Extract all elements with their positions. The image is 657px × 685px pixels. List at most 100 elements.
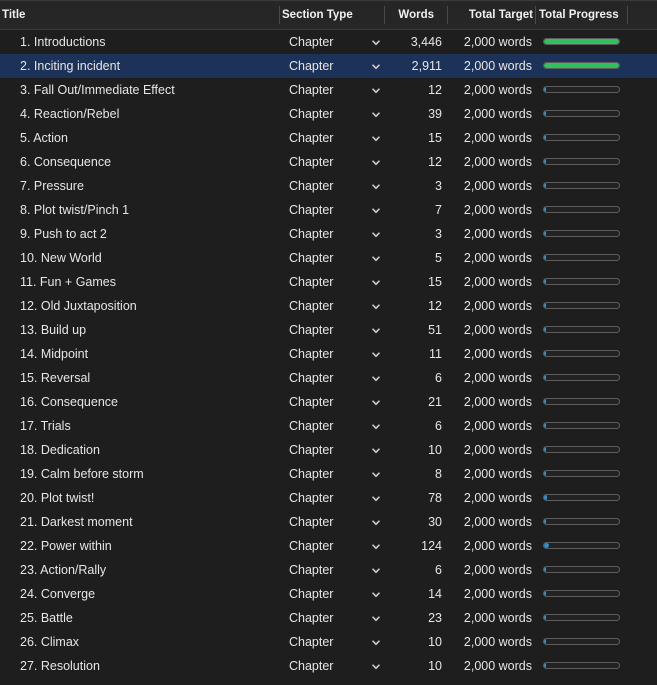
table-row[interactable]: 27. Resolution Chapter 10 2,000 words <box>0 654 657 678</box>
section-type-value[interactable]: Chapter <box>289 102 333 126</box>
table-row[interactable]: 10. New World Chapter 5 2,000 words <box>0 246 657 270</box>
section-type-value[interactable]: Chapter <box>289 126 333 150</box>
column-header-title[interactable]: Title <box>2 1 25 29</box>
table-row[interactable]: 22. Power within Chapter 124 2,000 words <box>0 534 657 558</box>
column-divider[interactable] <box>384 6 385 24</box>
column-header-total-target[interactable]: Total Target <box>451 1 533 29</box>
section-type-value[interactable]: Chapter <box>289 630 333 654</box>
row-title[interactable]: 8. Plot twist/Pinch 1 <box>20 198 129 222</box>
table-row[interactable]: 12. Old Juxtaposition Chapter 12 2,000 word… <box>0 294 657 318</box>
row-title[interactable]: 19. Calm before storm <box>20 462 144 486</box>
section-type-value[interactable]: Chapter <box>289 486 333 510</box>
total-target[interactable]: 2,000 words <box>452 414 532 438</box>
total-target[interactable]: 2,000 words <box>452 366 532 390</box>
table-row[interactable]: 6. Consequence Chapter 12 2,000 words <box>0 150 657 174</box>
row-title[interactable]: 10. New World <box>20 246 102 270</box>
total-target[interactable]: 2,000 words <box>452 198 532 222</box>
column-header-total-progress[interactable]: Total Progress <box>539 1 619 29</box>
total-target[interactable]: 2,000 words <box>452 318 532 342</box>
section-type-value[interactable]: Chapter <box>289 582 333 606</box>
section-type-value[interactable]: Chapter <box>289 510 333 534</box>
table-row[interactable]: 17. Trials Chapter 6 2,000 words <box>0 414 657 438</box>
table-row[interactable]: 8. Plot twist/Pinch 1 Chapter 7 2,000 words <box>0 198 657 222</box>
row-title[interactable]: 7. Pressure <box>20 174 84 198</box>
section-type-value[interactable]: Chapter <box>289 558 333 582</box>
section-type-value[interactable]: Chapter <box>289 30 333 54</box>
total-target[interactable]: 2,000 words <box>452 270 532 294</box>
total-target[interactable]: 2,000 words <box>452 582 532 606</box>
table-row[interactable]: 16. Consequence Chapter 21 2,000 words <box>0 390 657 414</box>
total-target[interactable]: 2,000 words <box>452 30 532 54</box>
total-target[interactable]: 2,000 words <box>452 342 532 366</box>
row-title[interactable]: 18. Dedication <box>20 438 100 462</box>
row-title[interactable]: 24. Converge <box>20 582 95 606</box>
table-row[interactable]: 3. Fall Out/Immediate Effect Chapter 12 2,0… <box>0 78 657 102</box>
section-type-value[interactable]: Chapter <box>289 54 333 78</box>
total-target[interactable]: 2,000 words <box>452 606 532 630</box>
table-row[interactable]: 2. Inciting incident Chapter 2,911 2,000 wo… <box>0 54 657 78</box>
section-type-value[interactable]: Chapter <box>289 462 333 486</box>
table-row[interactable]: 15. Reversal Chapter 6 2,000 words <box>0 366 657 390</box>
total-target[interactable]: 2,000 words <box>452 390 532 414</box>
table-row[interactable]: 23. Action/Rally Chapter 6 2,000 words <box>0 558 657 582</box>
row-title[interactable]: 15. Reversal <box>20 366 90 390</box>
section-type-value[interactable]: Chapter <box>289 654 333 678</box>
row-title[interactable]: 25. Battle <box>20 606 73 630</box>
row-title[interactable]: 16. Consequence <box>20 390 118 414</box>
table-row[interactable]: 11. Fun + Games Chapter 15 2,000 words <box>0 270 657 294</box>
row-title[interactable]: 12. Old Juxtaposition <box>20 294 137 318</box>
total-target[interactable]: 2,000 words <box>452 438 532 462</box>
total-target[interactable]: 2,000 words <box>452 246 532 270</box>
row-title[interactable]: 26. Climax <box>20 630 79 654</box>
total-target[interactable]: 2,000 words <box>452 630 532 654</box>
section-type-value[interactable]: Chapter <box>289 342 333 366</box>
total-target[interactable]: 2,000 words <box>452 54 532 78</box>
section-type-value[interactable]: Chapter <box>289 246 333 270</box>
table-row[interactable]: 20. Plot twist! Chapter 78 2,000 words <box>0 486 657 510</box>
row-title[interactable]: 2. Inciting incident <box>20 54 120 78</box>
row-title[interactable]: 22. Power within <box>20 534 112 558</box>
column-header-words[interactable]: Words <box>386 1 434 29</box>
section-type-value[interactable]: Chapter <box>289 222 333 246</box>
total-target[interactable]: 2,000 words <box>452 294 532 318</box>
section-type-value[interactable]: Chapter <box>289 150 333 174</box>
total-target[interactable]: 2,000 words <box>452 534 532 558</box>
row-title[interactable]: 27. Resolution <box>20 654 100 678</box>
section-type-value[interactable]: Chapter <box>289 174 333 198</box>
table-row[interactable]: 13. Build up Chapter 51 2,000 words <box>0 318 657 342</box>
section-type-value[interactable]: Chapter <box>289 414 333 438</box>
table-row[interactable]: 18. Dedication Chapter 10 2,000 words <box>0 438 657 462</box>
row-title[interactable]: 17. Trials <box>20 414 71 438</box>
section-type-value[interactable]: Chapter <box>289 438 333 462</box>
row-title[interactable]: 14. Midpoint <box>20 342 88 366</box>
section-type-value[interactable]: Chapter <box>289 390 333 414</box>
section-type-value[interactable]: Chapter <box>289 294 333 318</box>
table-row[interactable]: 24. Converge Chapter 14 2,000 words <box>0 582 657 606</box>
table-row[interactable]: 5. Action Chapter 15 2,000 words <box>0 126 657 150</box>
column-header-section-type[interactable]: Section Type <box>282 1 353 29</box>
column-divider[interactable] <box>535 6 536 24</box>
section-type-value[interactable]: Chapter <box>289 534 333 558</box>
table-row[interactable]: 1. Introductions Chapter 3,446 2,000 words <box>0 30 657 54</box>
row-title[interactable]: 9. Push to act 2 <box>20 222 107 246</box>
table-row[interactable]: 4. Reaction/Rebel Chapter 39 2,000 words <box>0 102 657 126</box>
table-row[interactable]: 14. Midpoint Chapter 11 2,000 words <box>0 342 657 366</box>
total-target[interactable]: 2,000 words <box>452 78 532 102</box>
table-row[interactable]: 7. Pressure Chapter 3 2,000 words <box>0 174 657 198</box>
total-target[interactable]: 2,000 words <box>452 558 532 582</box>
section-type-value[interactable]: Chapter <box>289 606 333 630</box>
total-target[interactable]: 2,000 words <box>452 486 532 510</box>
total-target[interactable]: 2,000 words <box>452 102 532 126</box>
section-type-value[interactable]: Chapter <box>289 198 333 222</box>
row-title[interactable]: 5. Action <box>20 126 68 150</box>
total-target[interactable]: 2,000 words <box>452 150 532 174</box>
row-title[interactable]: 13. Build up <box>20 318 86 342</box>
total-target[interactable]: 2,000 words <box>452 222 532 246</box>
table-row[interactable]: 19. Calm before storm Chapter 8 2,000 words <box>0 462 657 486</box>
table-row[interactable]: 21. Darkest moment Chapter 30 2,000 words <box>0 510 657 534</box>
table-row[interactable]: 9. Push to act 2 Chapter 3 2,000 words <box>0 222 657 246</box>
row-title[interactable]: 1. Introductions <box>20 30 105 54</box>
row-title[interactable]: 21. Darkest moment <box>20 510 133 534</box>
section-type-value[interactable]: Chapter <box>289 318 333 342</box>
total-target[interactable]: 2,000 words <box>452 174 532 198</box>
